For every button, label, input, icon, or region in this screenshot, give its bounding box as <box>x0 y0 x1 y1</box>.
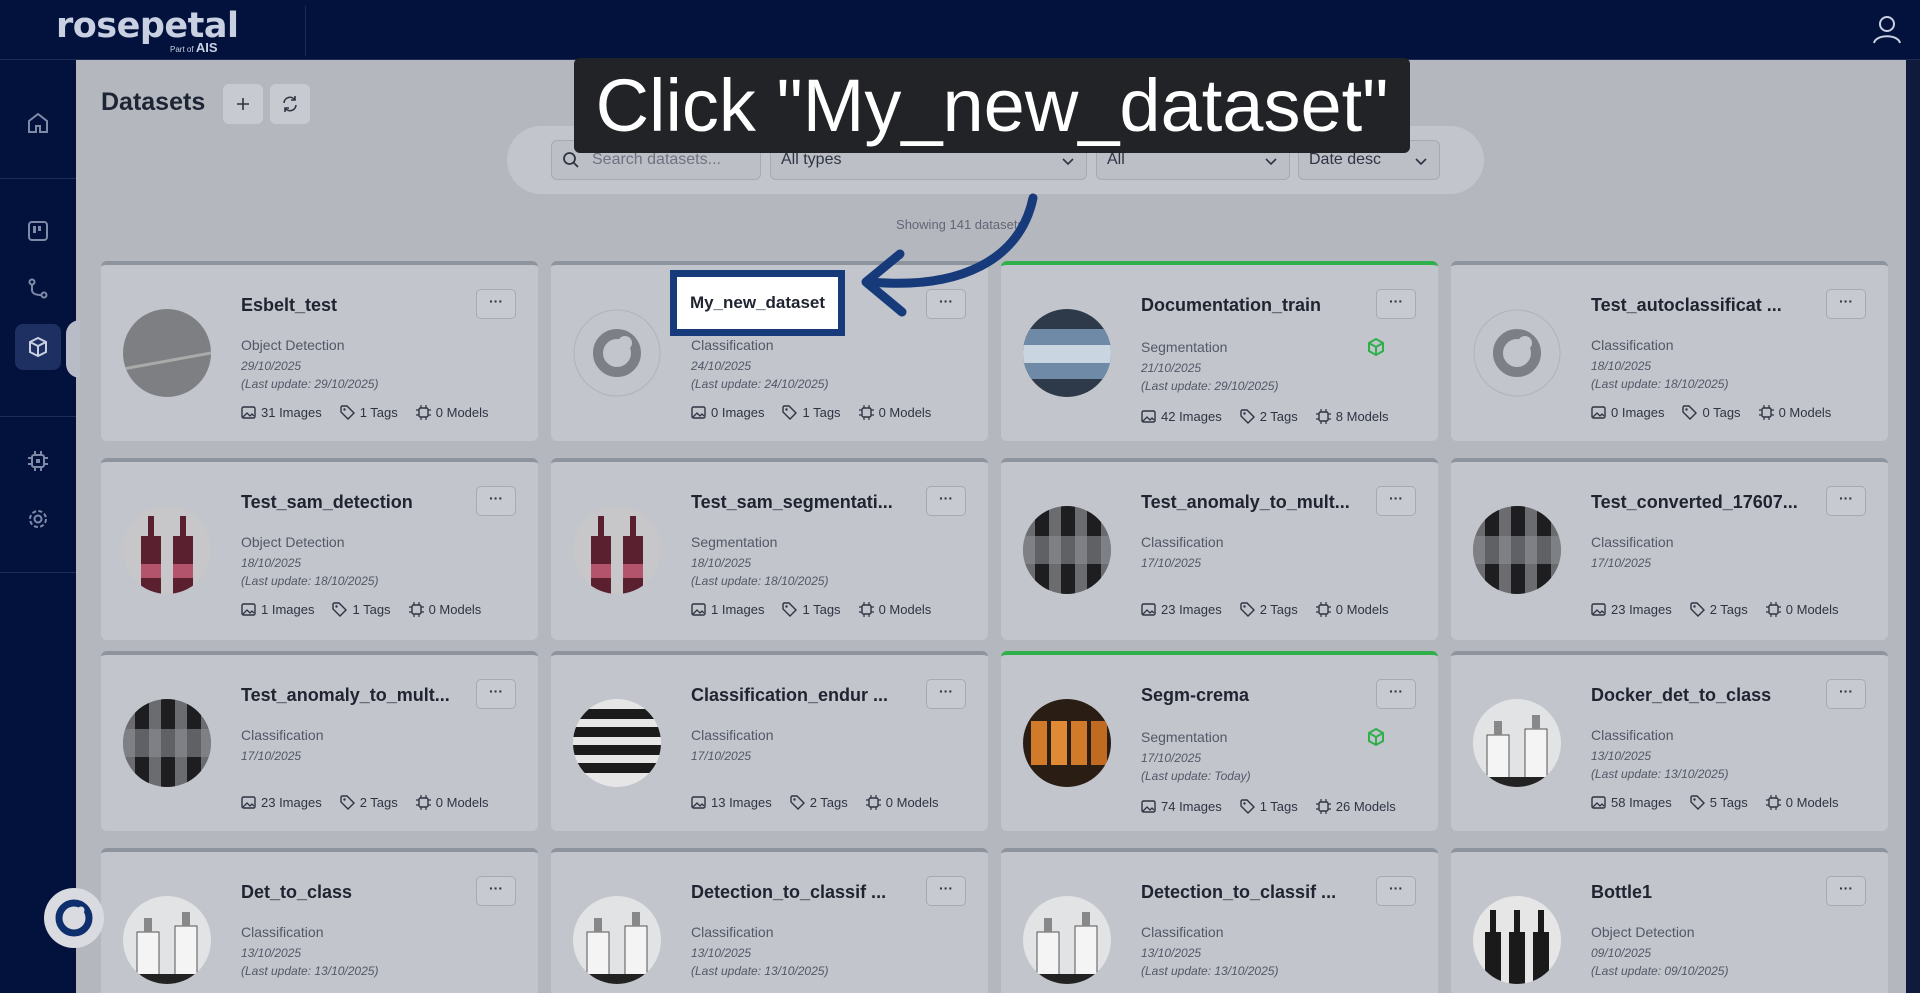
dataset-name-highlight[interactable]: My_new_dataset <box>670 270 845 336</box>
assistant-icon <box>55 899 93 937</box>
assistant-button[interactable] <box>44 888 104 948</box>
tutorial-instruction: Click "My_new_dataset" <box>574 58 1410 153</box>
